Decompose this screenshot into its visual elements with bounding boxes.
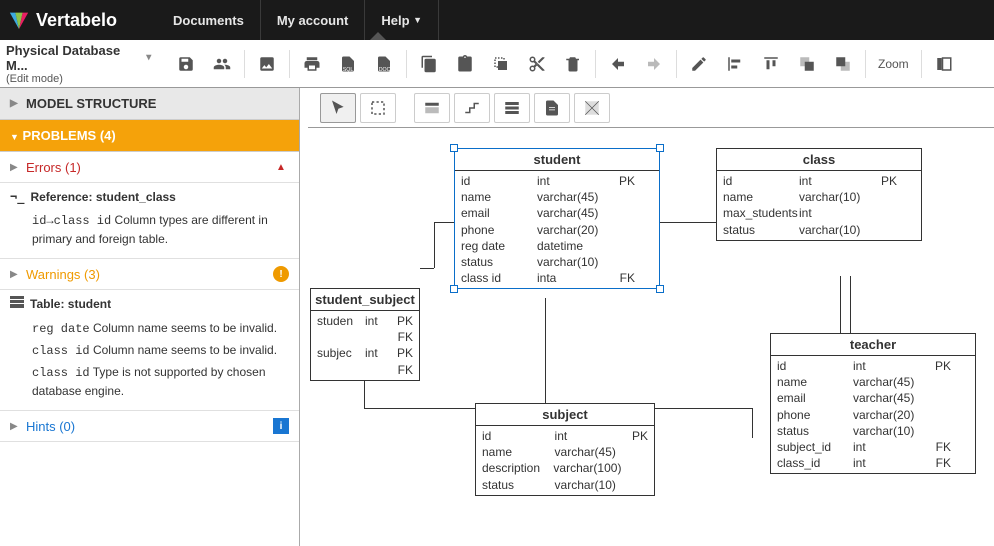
ref-line <box>752 408 753 438</box>
ref-line <box>653 408 753 409</box>
sidebar-warnings-header[interactable]: ▶Warnings (3)! <box>0 259 299 290</box>
ref-line <box>678 222 716 223</box>
canvas-toolbar <box>308 88 994 128</box>
sidebar-error-reference[interactable]: ¬_Reference: student_class id→class id C… <box>0 183 299 259</box>
info-icon: i <box>273 418 289 434</box>
sidebar-warning-table[interactable]: Table: student reg date Column name seem… <box>0 290 299 411</box>
sidebar-errors-header[interactable]: ▶Errors (1)▲ <box>0 152 299 183</box>
table-column-row[interactable]: idintPK <box>723 173 915 189</box>
sidebar-problems[interactable]: ▼ PROBLEMS (4) <box>0 120 299 152</box>
layout-toggle-button[interactable] <box>928 48 960 80</box>
cut-button[interactable] <box>521 48 553 80</box>
table-student-subject[interactable]: student_subject studenintPK FKsubjecintP… <box>310 288 420 381</box>
doc-edit-mode: (Edit mode) <box>6 73 156 85</box>
table-column-row[interactable]: namevarchar(45) <box>461 189 653 205</box>
chevron-down-icon: ▼ <box>413 15 422 25</box>
reference-icon: ¬_ <box>10 189 24 206</box>
table-column-row[interactable]: emailvarchar(45) <box>777 390 969 406</box>
table-student[interactable]: student idintPKnamevarchar(45)emailvarch… <box>454 148 660 289</box>
table-column-row[interactable]: reg datedatetime <box>461 238 653 254</box>
table-column-row[interactable]: subject_idintFK <box>777 439 969 455</box>
table-column-row[interactable]: class_idintFK <box>777 455 969 471</box>
bring-front-button[interactable] <box>791 48 823 80</box>
table-teacher[interactable]: teacher idintPKnamevarchar(45)emailvarch… <box>770 333 976 474</box>
table-column-row[interactable]: emailvarchar(45) <box>461 205 653 221</box>
zoom-label[interactable]: Zoom <box>872 57 915 71</box>
svg-text:SQL: SQL <box>343 66 354 72</box>
copy-button[interactable] <box>413 48 445 80</box>
save-button[interactable] <box>170 48 202 80</box>
table-column-row[interactable]: namevarchar(10) <box>723 189 915 205</box>
paste-button[interactable] <box>449 48 481 80</box>
table-icon <box>10 296 24 313</box>
table-column-row[interactable]: statusvarchar(10) <box>723 222 915 238</box>
undo-button[interactable] <box>602 48 634 80</box>
table-class[interactable]: class idintPKnamevarchar(10)max_students… <box>716 148 922 241</box>
image-button[interactable] <box>251 48 283 80</box>
doc-title-block: Physical Database M... ▾ (Edit mode) <box>6 43 156 85</box>
align-top-button[interactable] <box>755 48 787 80</box>
chevron-down-icon[interactable]: ▾ <box>146 52 156 63</box>
nav-my-account[interactable]: My account <box>261 0 366 40</box>
align-left-button[interactable] <box>719 48 751 80</box>
delete-button[interactable] <box>557 48 589 80</box>
edit-button[interactable] <box>683 48 715 80</box>
error-icon: ▲ <box>273 159 289 175</box>
tool-pointer[interactable] <box>320 93 356 123</box>
table-column-row[interactable]: namevarchar(45) <box>777 374 969 390</box>
redo-button[interactable] <box>638 48 670 80</box>
table-column-row[interactable]: phonevarchar(20) <box>461 222 653 238</box>
brand-name: Vertabelo <box>36 10 117 31</box>
table-subject[interactable]: subject idintPKnamevarchar(45)descriptio… <box>475 403 655 496</box>
ref-line <box>658 222 680 223</box>
table-column-row[interactable]: max_studentsint <box>723 205 915 221</box>
sidebar-hints-header[interactable]: ▶Hints (0)i <box>0 411 299 442</box>
tool-add-area[interactable] <box>574 93 610 123</box>
sidebar-model-structure[interactable]: ▶MODEL STRUCTURE <box>0 88 299 120</box>
table-column-row[interactable]: descriptionvarchar(100) <box>482 460 648 476</box>
table-column-row[interactable]: subjecintPK FK <box>317 345 413 377</box>
main-toolbar: Physical Database M...▾ (Edit mode) SQL … <box>0 40 994 88</box>
ref-line <box>545 298 546 408</box>
brand-logo[interactable]: Vertabelo <box>8 9 117 31</box>
table-column-row[interactable]: statusvarchar(10) <box>777 423 969 439</box>
ref-line <box>364 408 476 409</box>
table-column-row[interactable]: namevarchar(45) <box>482 444 648 460</box>
nav-documents[interactable]: Documents <box>157 0 261 40</box>
svg-text:DOC: DOC <box>379 66 391 72</box>
export-sql-button[interactable]: SQL <box>332 48 364 80</box>
send-back-button[interactable] <box>827 48 859 80</box>
table-column-row[interactable]: studenintPK FK <box>317 313 413 345</box>
doc-title: Physical Database M... <box>6 43 142 73</box>
table-column-row[interactable]: idintPK <box>482 428 648 444</box>
tool-add-table[interactable] <box>414 93 450 123</box>
print-button[interactable] <box>296 48 328 80</box>
ref-line <box>420 268 434 269</box>
duplicate-button[interactable] <box>485 48 517 80</box>
tool-add-view[interactable] <box>494 93 530 123</box>
table-column-row[interactable]: statusvarchar(10) <box>461 254 653 270</box>
table-column-row[interactable]: idintPK <box>461 173 653 189</box>
table-column-row[interactable]: class idintaFK <box>461 270 653 286</box>
export-doc-button[interactable]: DOC <box>368 48 400 80</box>
share-button[interactable] <box>206 48 238 80</box>
warning-icon: ! <box>273 266 289 282</box>
table-column-row[interactable]: phonevarchar(20) <box>777 407 969 423</box>
left-sidebar: ▶MODEL STRUCTURE ▼ PROBLEMS (4) ▶Errors … <box>0 88 300 546</box>
canvas-panel: student idintPKnamevarchar(45)emailvarch… <box>300 88 994 546</box>
table-column-row[interactable]: statusvarchar(10) <box>482 477 648 493</box>
tool-add-reference[interactable] <box>454 93 490 123</box>
top-navbar: Vertabelo Documents My account Help ▼ <box>0 0 994 40</box>
tool-add-note[interactable] <box>534 93 570 123</box>
tool-select-area[interactable] <box>360 93 396 123</box>
ref-line <box>434 222 454 223</box>
ref-line <box>434 222 435 268</box>
diagram-canvas[interactable]: student idintPKnamevarchar(45)emailvarch… <box>300 128 994 546</box>
table-column-row[interactable]: idintPK <box>777 358 969 374</box>
